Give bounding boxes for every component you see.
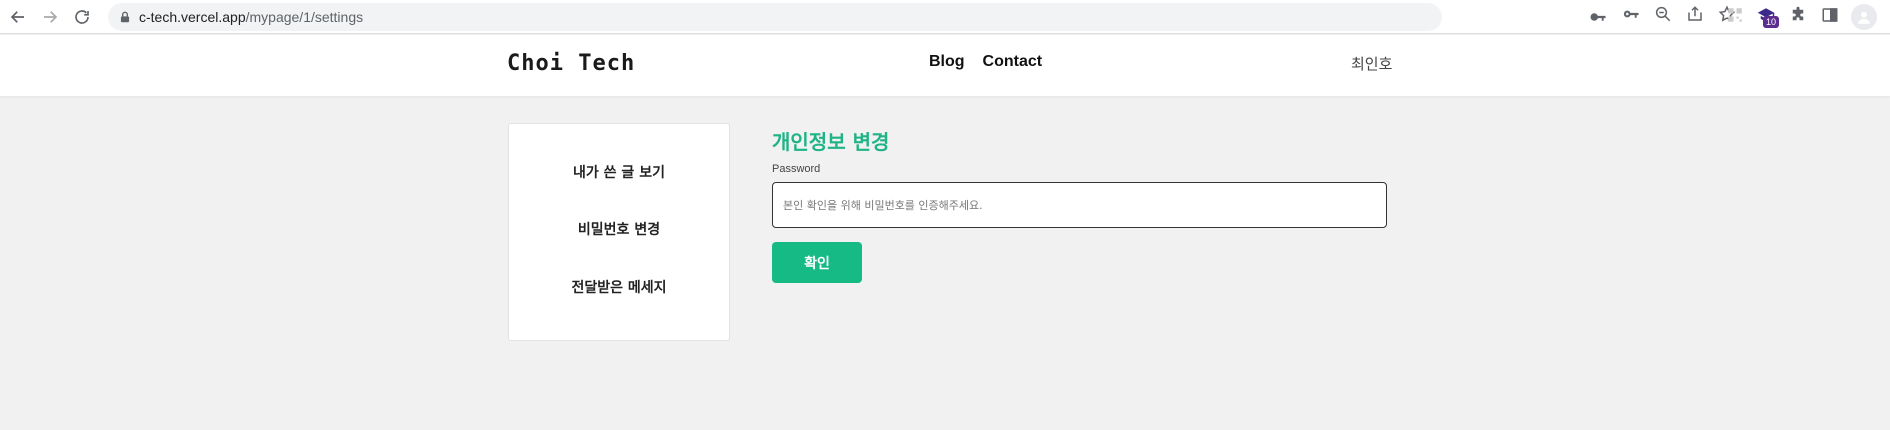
nav-link-blog[interactable]: Blog — [929, 53, 965, 71]
puzzle-icon[interactable] — [1789, 6, 1807, 24]
arrow-left-icon — [10, 11, 24, 23]
url-path: /mypage/1/settings — [245, 9, 364, 25]
sidebar-item-change-password[interactable]: 비밀번호 변경 — [509, 219, 729, 239]
back-button[interactable] — [5, 4, 31, 30]
confirm-button[interactable]: 확인 — [772, 242, 862, 283]
password-input[interactable] — [772, 182, 1387, 228]
key-icon[interactable] — [1622, 5, 1640, 23]
side-panel-icon[interactable] — [1821, 6, 1839, 24]
reload-button[interactable] — [69, 4, 95, 30]
sidebar-item-messages[interactable]: 전달받은 메세지 — [509, 277, 729, 297]
address-bar[interactable]: c-tech.vercel.app/mypage/1/settings — [108, 3, 1606, 31]
browser-toolbar: c-tech.vercel.app/mypage/1/settings 10 — [0, 0, 1890, 34]
url-text: c-tech.vercel.app/mypage/1/settings — [139, 9, 363, 25]
url-host: c-tech.vercel.app — [139, 9, 246, 25]
forward-button[interactable] — [37, 4, 63, 30]
share-icon[interactable] — [1686, 5, 1704, 23]
nav-link-contact[interactable]: Contact — [983, 53, 1043, 71]
reload-icon — [75, 10, 89, 24]
arrow-right-icon — [44, 11, 58, 23]
key-icon[interactable] — [1589, 8, 1607, 26]
zoom-out-icon[interactable] — [1654, 5, 1672, 23]
site-logo[interactable]: Choi Tech — [507, 51, 635, 76]
lock-icon — [120, 11, 130, 23]
qr-extension-icon[interactable] — [1726, 6, 1744, 24]
main-nav: Blog Contact — [929, 53, 1042, 71]
mypage-sidebar: 내가 쓴 글 보기 비밀번호 변경 전달받은 메세지 — [508, 123, 730, 341]
sidebar-item-my-posts[interactable]: 내가 쓴 글 보기 — [509, 162, 729, 182]
profile-avatar-icon[interactable] — [1851, 4, 1877, 30]
password-label: Password — [772, 163, 821, 175]
extension-badge: 10 — [1763, 16, 1779, 28]
user-name[interactable]: 최인호 — [1351, 53, 1392, 74]
site-header: Choi Tech Blog Contact 최인호 — [0, 35, 1890, 96]
section-title: 개인정보 변경 — [772, 130, 890, 154]
